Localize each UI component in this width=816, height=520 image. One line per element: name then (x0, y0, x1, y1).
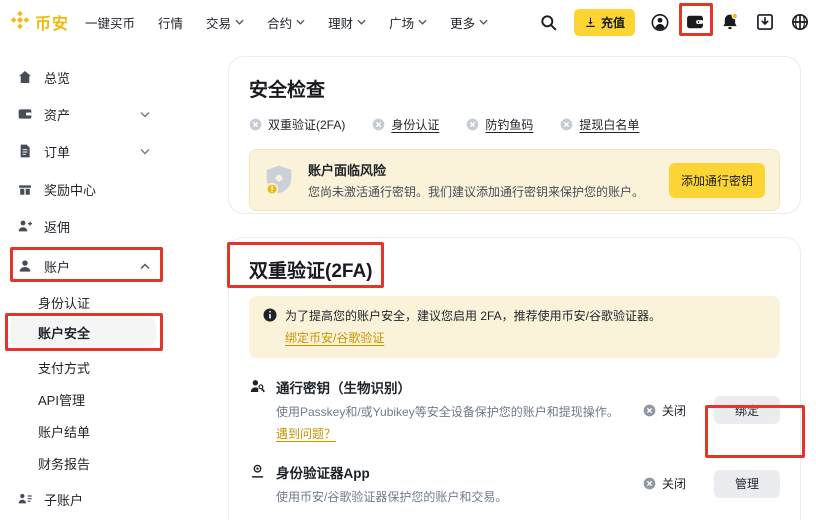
security-checklist: 双重验证(2FA) 身份认证 防钓鱼码 提现白名单 (249, 116, 780, 133)
search-icon[interactable] (539, 12, 559, 32)
authenticator-manage-button[interactable]: 管理 (714, 470, 780, 498)
two-factor-title: 双重验证(2FA) (249, 256, 780, 283)
chevron-down-icon (140, 148, 150, 155)
sidebar-item-account-security[interactable]: 账户安全 (10, 317, 156, 347)
orders-icon (17, 143, 33, 159)
security-check-title: 安全检查 (249, 75, 780, 102)
topbar-actions: 充值 (539, 0, 810, 44)
wallet-icon[interactable] (685, 12, 705, 32)
wallet-icon (17, 106, 33, 122)
shield-warning-icon (264, 164, 294, 196)
security-check-card: 安全检查 双重验证(2FA) 身份认证 防钓鱼码 提现白名单 (228, 56, 801, 214)
main-nav: 一键买币 行情 交易 合约 理财 广场 更多 (85, 13, 488, 32)
logo-text: 币安 (35, 10, 69, 34)
two-factor-card: 双重验证(2FA) 为了提高您的账户安全，建议您启用 2FA，推荐使用币安/谷歌… (228, 237, 801, 520)
sidebar-item-referral[interactable]: 返佣 (0, 213, 200, 239)
chevron-down-icon (235, 19, 244, 25)
risk-banner-texts: 账户面临风险 您尚未激活通行密钥。我们建议添加通行密钥来保护您的账户。 (308, 160, 669, 200)
nav-markets[interactable]: 行情 (158, 13, 183, 32)
sidebar-item-rewards-hub[interactable]: 奖励中心 (0, 176, 200, 202)
passkey-help-link[interactable]: 遇到问题？ (276, 425, 336, 442)
chevron-down-icon (140, 111, 150, 118)
binance-logo[interactable]: 币安 (10, 10, 69, 35)
sidebar-item-identity-verification[interactable]: 身份认证 (0, 289, 200, 315)
chevron-down-icon (418, 19, 427, 25)
chevron-down-icon (357, 19, 366, 25)
nav-trade[interactable]: 交易 (206, 13, 244, 32)
circle-x-icon (249, 118, 262, 131)
account-risk-banner: 账户面临风险 您尚未激活通行密钥。我们建议添加通行密钥来保护您的账户。 添加通行… (249, 149, 780, 211)
authenticator-title: 身份验证器App (276, 462, 643, 482)
sidebar-item-assets[interactable]: 资产 (0, 101, 200, 127)
notifications-bell-icon[interactable] (720, 12, 740, 32)
download-app-icon[interactable] (755, 12, 775, 32)
language-globe-icon[interactable] (790, 12, 810, 32)
passkey-status: 关闭 (643, 402, 686, 419)
chevron-down-icon (296, 19, 305, 25)
checklist-item-2fa[interactable]: 双重验证(2FA) (249, 116, 345, 133)
passkey-title: 通行密钥（生物识别） (276, 377, 643, 397)
risk-banner-title: 账户面临风险 (308, 160, 669, 179)
checklist-item-antiphishing[interactable]: 防钓鱼码 (466, 116, 533, 133)
top-navbar: 币安 一键买币 行情 交易 合约 理财 广场 更多 (0, 0, 816, 44)
add-passkey-button[interactable]: 添加通行密钥 (669, 163, 765, 198)
status-off-icon (643, 404, 656, 417)
home-icon (17, 69, 33, 85)
status-off-icon (643, 477, 656, 490)
circle-x-icon (372, 118, 385, 131)
sidebar-item-financial-reports[interactable]: 财务报告 (0, 450, 200, 476)
profile-icon[interactable] (650, 12, 670, 32)
sidebar-item-api-management[interactable]: API管理 (0, 386, 200, 412)
sidebar-item-sub-accounts[interactable]: 子账户 (0, 486, 200, 512)
two-factor-info-text: 为了提高您的账户安全，建议您启用 2FA，推荐使用币安/谷歌验证器。 (285, 307, 661, 325)
authenticator-icon (249, 463, 266, 480)
subaccounts-icon (17, 491, 33, 507)
passkey-bind-button[interactable]: 绑定 (714, 396, 780, 424)
user-icon (17, 258, 33, 274)
rewards-icon (17, 181, 33, 197)
risk-banner-description: 您尚未激活通行密钥。我们建议添加通行密钥来保护您的账户。 (308, 183, 669, 200)
chevron-down-icon (479, 19, 488, 25)
nav-square[interactable]: 广场 (389, 13, 427, 32)
authenticator-row: 身份验证器App 使用币安/谷歌验证器保护您的账户和交易。 关闭 管理 (249, 462, 780, 505)
page: 币安 一键买币 行情 交易 合约 理财 广场 更多 (0, 0, 816, 520)
circle-x-icon (466, 118, 479, 131)
chevron-up-icon (140, 263, 150, 270)
sidebar-item-account-statement[interactable]: 账户结单 (0, 418, 200, 444)
two-factor-info-banner: 为了提高您的账户安全，建议您启用 2FA，推荐使用币安/谷歌验证器。 绑定币安/… (249, 296, 780, 358)
sidebar-item-orders[interactable]: 订单 (0, 138, 200, 164)
deposit-button[interactable]: 充值 (574, 9, 635, 36)
authenticator-status: 关闭 (643, 475, 686, 492)
authenticator-description: 使用币安/谷歌验证器保护您的账户和交易。 (276, 488, 643, 505)
checklist-item-identity[interactable]: 身份认证 (372, 116, 439, 133)
nav-more[interactable]: 更多 (450, 13, 488, 32)
sidebar-item-payment-methods[interactable]: 支付方式 (0, 354, 200, 380)
deposit-icon (584, 16, 597, 29)
passkey-description: 使用Passkey和/或Yubikey等安全设备保护您的账户和提现操作。 (276, 403, 643, 420)
bind-authenticator-link[interactable]: 绑定币安/谷歌验证 (285, 329, 384, 346)
sidebar-item-account[interactable]: 账户 (0, 253, 200, 279)
nav-earn[interactable]: 理财 (328, 13, 366, 32)
passkey-row: 通行密钥（生物识别） 使用Passkey和/或Yubikey等安全设备保护您的账… (249, 377, 780, 443)
nav-futures[interactable]: 合约 (267, 13, 305, 32)
binance-diamond-icon (10, 10, 30, 35)
checklist-item-withdrawal-whitelist[interactable]: 提现白名单 (560, 116, 639, 133)
sidebar-item-overview[interactable]: 总览 (0, 64, 200, 90)
circle-x-icon (560, 118, 573, 131)
info-icon (263, 308, 277, 347)
passkey-icon (249, 378, 266, 395)
nav-buy-crypto[interactable]: 一键买币 (85, 13, 135, 32)
referral-icon (17, 218, 33, 234)
